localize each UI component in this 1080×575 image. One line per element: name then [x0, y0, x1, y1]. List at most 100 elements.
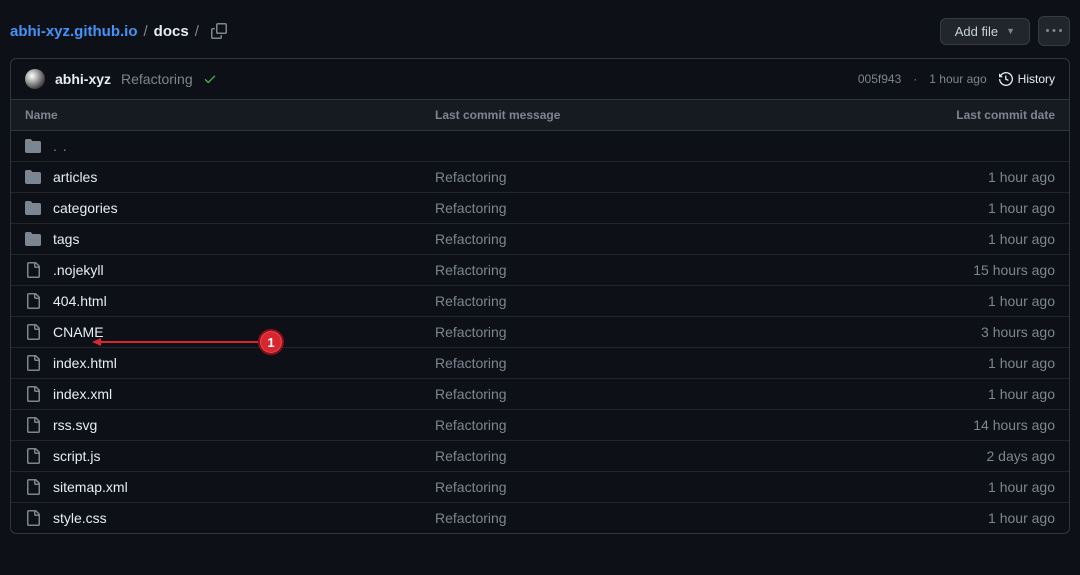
file-link[interactable]: index.xml: [53, 386, 112, 402]
row-name-cell: articles: [25, 169, 435, 185]
file-link[interactable]: index.html: [53, 355, 117, 371]
row-commit-message: Refactoring: [435, 417, 855, 433]
row-commit-message: Refactoring: [435, 510, 855, 526]
row-commit-date: 1 hour ago: [855, 231, 1055, 247]
breadcrumb-current: docs: [154, 23, 189, 40]
commit-meta: 005f943 · 1 hour ago History: [858, 72, 1055, 86]
file-icon: [25, 262, 41, 278]
file-link[interactable]: style.css: [53, 510, 107, 526]
column-header-name: Name: [25, 108, 435, 122]
row-name-cell: 404.html: [25, 293, 435, 309]
row-name-cell: style.css: [25, 510, 435, 526]
caret-down-icon: ▼: [1006, 26, 1015, 36]
row-commit-date: 1 hour ago: [855, 200, 1055, 216]
row-commit-message: Refactoring: [435, 200, 855, 216]
row-name-cell: tags: [25, 231, 435, 247]
commit-message-link[interactable]: Refactoring: [435, 386, 507, 402]
commit-message-link[interactable]: Refactoring: [435, 448, 507, 464]
directory-link[interactable]: categories: [53, 200, 118, 216]
breadcrumb-separator: /: [144, 23, 148, 40]
commit-summary[interactable]: abhi-xyz Refactoring: [25, 69, 217, 89]
commit-message-link[interactable]: Refactoring: [435, 510, 507, 526]
table-row: style.css Refactoring 1 hour ago: [11, 503, 1069, 533]
row-commit-message: Refactoring: [435, 262, 855, 278]
commit-message-link[interactable]: Refactoring: [435, 355, 507, 371]
commit-message-link[interactable]: Refactoring: [435, 479, 507, 495]
row-commit-date: 1 hour ago: [855, 386, 1055, 402]
row-commit-message: Refactoring: [435, 479, 855, 495]
breadcrumb-row: abhi-xyz.github.io / docs / Add file ▼: [10, 12, 1070, 58]
column-header-date: Last commit date: [855, 108, 1055, 122]
row-commit-message: Refactoring: [435, 355, 855, 371]
row-commit-message: Refactoring: [435, 386, 855, 402]
table-row: CNAME Refactoring 3 hours ago: [11, 317, 1069, 348]
commit-message-link[interactable]: Refactoring: [435, 293, 507, 309]
commit-message-link[interactable]: Refactoring: [435, 324, 507, 340]
commit-message-link[interactable]: Refactoring: [435, 231, 507, 247]
file-link[interactable]: sitemap.xml: [53, 479, 128, 495]
commit-message[interactable]: Refactoring: [121, 71, 193, 87]
kebab-horizontal-icon: [1046, 23, 1062, 39]
row-commit-date: 14 hours ago: [855, 417, 1055, 433]
directory-link[interactable]: tags: [53, 231, 79, 247]
file-listing: abhi-xyz Refactoring 005f943 · 1 hour ag…: [10, 58, 1070, 534]
file-link[interactable]: 404.html: [53, 293, 107, 309]
row-commit-date: 1 hour ago: [855, 510, 1055, 526]
commit-time: 1 hour ago: [929, 72, 986, 86]
file-link[interactable]: rss.svg: [53, 417, 97, 433]
parent-directory-row[interactable]: . .: [11, 131, 1069, 162]
table-header: Name Last commit message Last commit dat…: [11, 100, 1069, 131]
commit-message-link[interactable]: Refactoring: [435, 262, 507, 278]
file-link[interactable]: script.js: [53, 448, 100, 464]
author-avatar[interactable]: [25, 69, 45, 89]
commit-message-link[interactable]: Refactoring: [435, 417, 507, 433]
table-row: categories Refactoring 1 hour ago: [11, 193, 1069, 224]
file-icon: [25, 355, 41, 371]
copy-path-icon[interactable]: [211, 23, 227, 39]
file-icon: [25, 479, 41, 495]
history-link[interactable]: History: [999, 72, 1055, 86]
file-icon: [25, 417, 41, 433]
commit-author[interactable]: abhi-xyz: [55, 71, 111, 87]
status-check-icon[interactable]: [203, 72, 217, 86]
table-row: tags Refactoring 1 hour ago: [11, 224, 1069, 255]
row-commit-message: Refactoring: [435, 231, 855, 247]
commit-dot-sep: ·: [913, 72, 917, 86]
file-link[interactable]: .nojekyll: [53, 262, 104, 278]
commit-message-link[interactable]: Refactoring: [435, 169, 507, 185]
row-commit-message: Refactoring: [435, 324, 855, 340]
folder-icon: [25, 169, 41, 185]
commit-message-link[interactable]: Refactoring: [435, 200, 507, 216]
row-name-cell: CNAME: [25, 324, 435, 340]
history-label: History: [1018, 72, 1055, 86]
table-row: script.js Refactoring 2 days ago: [11, 441, 1069, 472]
breadcrumb: abhi-xyz.github.io / docs /: [10, 23, 227, 40]
file-link[interactable]: CNAME: [53, 324, 104, 340]
row-name-cell: categories: [25, 200, 435, 216]
add-file-button[interactable]: Add file ▼: [940, 18, 1030, 45]
folder-icon: [25, 200, 41, 216]
table-row: rss.svg Refactoring 14 hours ago: [11, 410, 1069, 441]
table-row: .nojekyllRefactoring15 hours ago: [11, 255, 1069, 286]
file-icon: [25, 293, 41, 309]
breadcrumb-repo-link[interactable]: abhi-xyz.github.io: [10, 23, 138, 40]
directory-link[interactable]: articles: [53, 169, 97, 185]
row-commit-date: 1 hour ago: [855, 479, 1055, 495]
row-commit-date: 1 hour ago: [855, 169, 1055, 185]
folder-icon: [25, 138, 41, 154]
history-icon: [999, 72, 1013, 86]
breadcrumb-actions: Add file ▼: [940, 16, 1070, 46]
row-commit-message: Refactoring: [435, 293, 855, 309]
row-commit-message: Refactoring: [435, 169, 855, 185]
table-row: index.xml Refactoring 1 hour ago: [11, 379, 1069, 410]
more-options-button[interactable]: [1038, 16, 1070, 46]
parent-directory-link[interactable]: . .: [53, 138, 68, 154]
row-commit-date: 3 hours ago: [855, 324, 1055, 340]
file-icon: [25, 324, 41, 340]
file-icon: [25, 386, 41, 402]
commit-sha[interactable]: 005f943: [858, 72, 901, 86]
row-commit-date: 1 hour ago: [855, 293, 1055, 309]
row-name-cell: index.xml: [25, 386, 435, 402]
row-name-cell: .nojekyll: [25, 262, 435, 278]
row-commit-date: 2 days ago: [855, 448, 1055, 464]
